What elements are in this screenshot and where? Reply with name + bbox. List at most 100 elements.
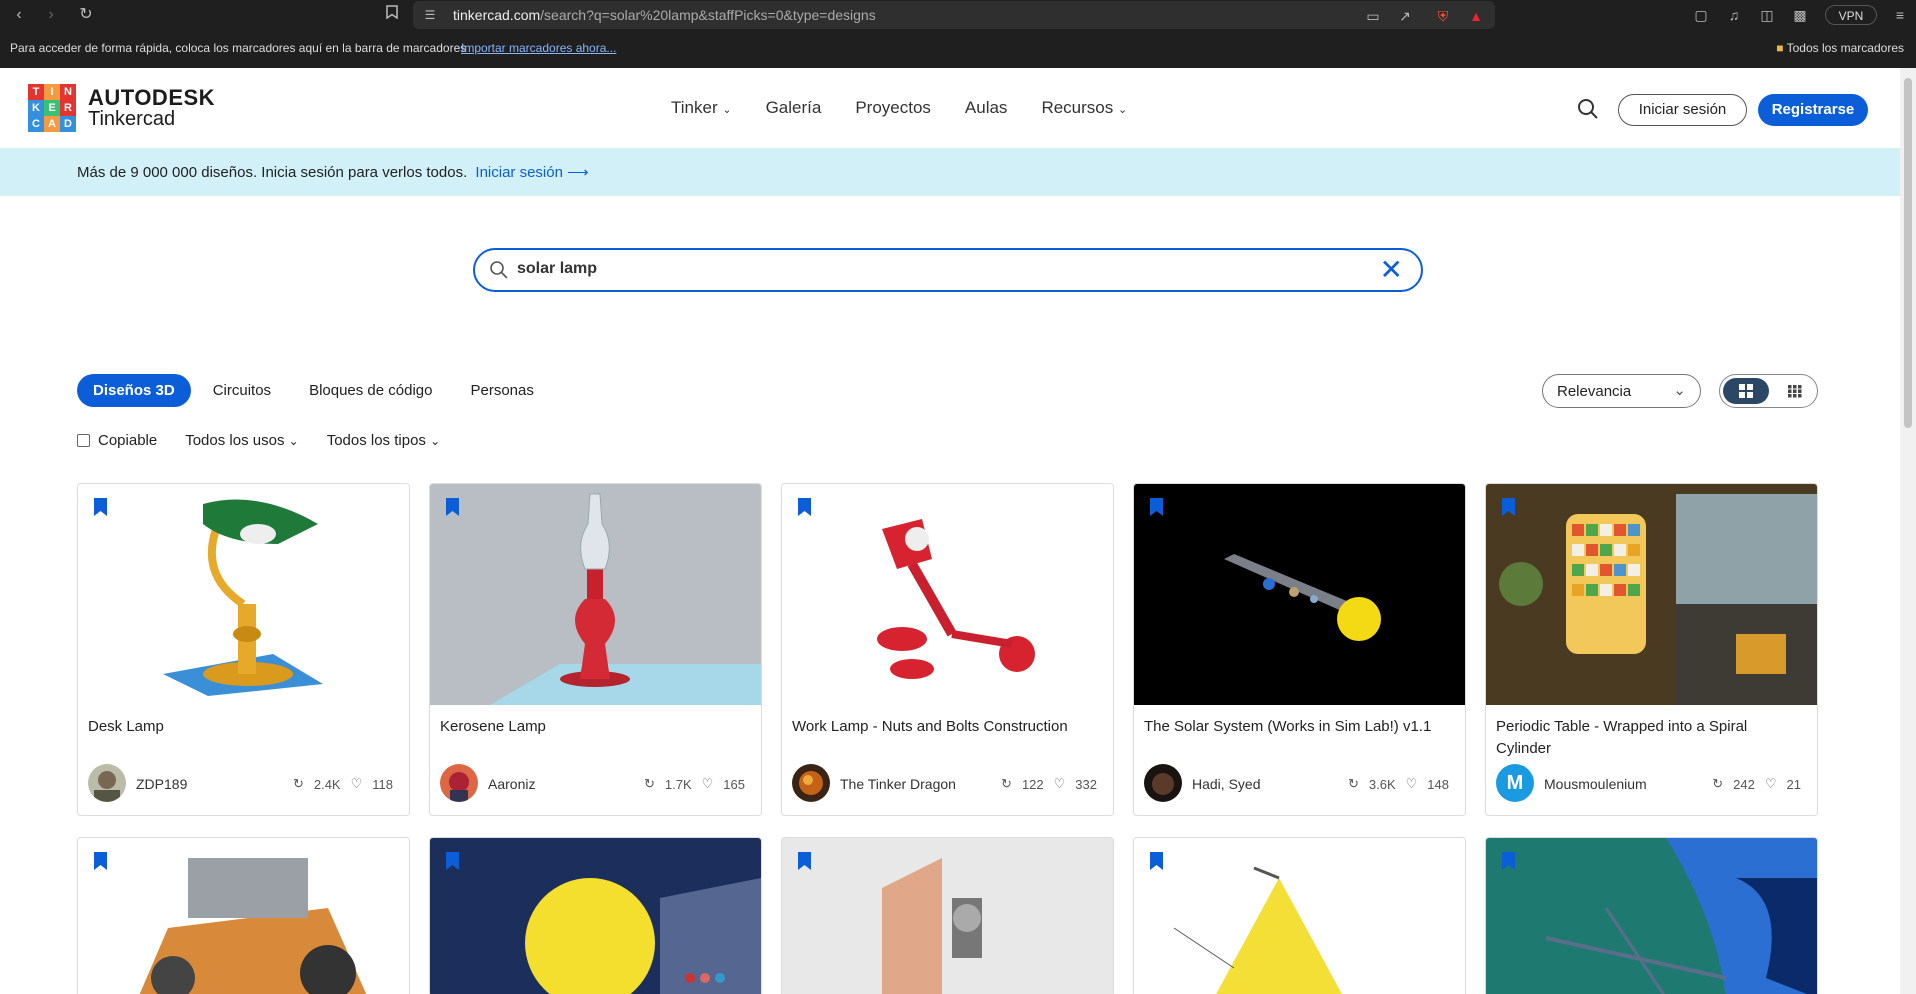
bookmark-icon[interactable] xyxy=(1502,852,1515,870)
design-card[interactable] xyxy=(77,837,410,994)
like-count: 332 xyxy=(1075,776,1097,792)
site-header: T I N K E R C A D AUTODESK Tinkercad Tin… xyxy=(0,68,1900,148)
menu-icon[interactable]: ≡ xyxy=(1890,5,1910,25)
tab-personas[interactable]: Personas xyxy=(471,382,534,399)
logo-letter: I xyxy=(44,84,60,100)
chevron-down-icon: ⌄ xyxy=(722,104,732,116)
nav-aulas[interactable]: Aulas xyxy=(965,98,1008,118)
wallet-icon[interactable]: ▩ xyxy=(1790,5,1810,25)
clear-search-icon[interactable]: ✕ xyxy=(1380,255,1403,285)
grid-view-button[interactable] xyxy=(1723,378,1769,404)
reload-icon[interactable]: ↻ xyxy=(75,4,97,26)
bookmark-icon[interactable] xyxy=(1150,852,1163,870)
card-title[interactable]: The Solar System (Works in Sim Lab!) v1.… xyxy=(1144,716,1454,738)
bookmark-icon[interactable] xyxy=(94,498,107,516)
tab-disenos-3d[interactable]: Diseños 3D xyxy=(77,374,191,407)
card-title[interactable]: Periodic Table - Wrapped into a Spiral C… xyxy=(1496,716,1806,760)
card-title[interactable]: Kerosene Lamp xyxy=(440,716,750,738)
avatar[interactable]: M xyxy=(1496,764,1534,802)
design-card[interactable]: The Solar System (Works in Sim Lab!) v1.… xyxy=(1133,483,1466,816)
page: T I N K E R C A D AUTODESK Tinkercad Tin… xyxy=(0,68,1900,994)
tab-circuitos[interactable]: Circuitos xyxy=(213,382,271,399)
card-title[interactable]: Desk Lamp xyxy=(88,716,398,738)
design-card[interactable] xyxy=(1485,837,1818,994)
design-card[interactable]: Kerosene Lamp Aaroniz ↻ 1.7K ♡ 165 xyxy=(429,483,762,816)
share-icon[interactable]: ↗ xyxy=(1395,6,1415,26)
brave-shield-icon[interactable]: ⛨ xyxy=(1433,6,1453,26)
uses-filter[interactable]: Todos los usos ⌄ xyxy=(185,432,298,449)
card-author[interactable]: The Tinker Dragon xyxy=(840,776,956,792)
site-info-icon[interactable]: ☰ xyxy=(419,4,441,26)
nav-tinker[interactable]: Tinker ⌄ xyxy=(671,98,732,118)
design-card[interactable]: Work Lamp - Nuts and Bolts Construction … xyxy=(781,483,1114,816)
bookmarks-hint: Para acceder de forma rápida, coloca los… xyxy=(10,41,467,55)
page-scrollbar[interactable] xyxy=(1900,68,1916,994)
card-author[interactable]: Mousmoulenium xyxy=(1544,776,1647,792)
card-title[interactable]: Work Lamp - Nuts and Bolts Construction xyxy=(792,716,1102,738)
types-filter[interactable]: Todos los tipos ⌄ xyxy=(327,432,440,449)
vpn-button[interactable]: VPN xyxy=(1825,5,1877,25)
nav-galeria[interactable]: Galería xyxy=(766,98,822,118)
avatar-letter: M xyxy=(1506,772,1524,794)
nav-recursos[interactable]: Recursos ⌄ xyxy=(1041,98,1127,118)
bookmark-icon[interactable] xyxy=(1502,498,1515,516)
forward-icon[interactable]: › xyxy=(40,4,62,26)
chevron-down-icon: ⌄ xyxy=(288,434,299,448)
result-tabs: Diseños 3D Circuitos Bloques de código P… xyxy=(77,374,572,407)
design-card[interactable]: Periodic Table - Wrapped into a Spiral C… xyxy=(1485,483,1818,816)
avatar[interactable] xyxy=(440,764,478,802)
back-icon[interactable]: ‹ xyxy=(8,4,30,26)
sort-select[interactable]: Relevancia ⌄ xyxy=(1542,374,1701,408)
bookmark-icon[interactable] xyxy=(798,498,811,516)
sidebar-icon[interactable]: ◫ xyxy=(1757,5,1777,25)
nav-proyectos[interactable]: Proyectos xyxy=(855,98,931,118)
avatar[interactable] xyxy=(1144,764,1182,802)
remix-count: 242 xyxy=(1733,776,1755,792)
signin-banner: Más de 9 000 000 diseños. Inicia sesión … xyxy=(0,148,1900,196)
logo-letter: C xyxy=(28,116,44,132)
logo-letter: T xyxy=(28,84,44,100)
address-bar[interactable]: ☰ tinkercad.com/search?q=solar%20lamp&st… xyxy=(413,1,1495,29)
logo-letter: E xyxy=(44,100,60,116)
import-bookmarks-link[interactable]: Importar marcadores ahora... xyxy=(461,41,616,55)
all-bookmarks-folder[interactable]: ■ Todos los marcadores xyxy=(1776,41,1904,55)
heart-icon: ♡ xyxy=(1405,776,1418,791)
design-thumbnail xyxy=(430,484,761,705)
card-author[interactable]: Aaroniz xyxy=(488,776,535,792)
design-thumbnail xyxy=(1134,838,1465,994)
rewards-icon[interactable]: ▲ xyxy=(1466,6,1486,26)
extensions-icon[interactable]: ▢ xyxy=(1691,5,1711,25)
bookmark-icon[interactable] xyxy=(798,852,811,870)
all-bookmarks-label: Todos los marcadores xyxy=(1786,41,1904,55)
design-thumbnail xyxy=(782,484,1113,705)
login-button[interactable]: Iniciar sesión xyxy=(1618,94,1747,126)
bookmark-icon[interactable] xyxy=(94,852,107,870)
bookmark-icon[interactable] xyxy=(446,498,459,516)
media-icon[interactable]: ♫ xyxy=(1724,5,1744,25)
copyable-checkbox[interactable] xyxy=(77,434,90,447)
avatar[interactable] xyxy=(88,764,126,802)
tinkercad-logo[interactable]: T I N K E R C A D xyxy=(28,84,76,132)
search-input[interactable]: solar lamp ✕ xyxy=(473,248,1423,292)
bookmark-icon[interactable] xyxy=(446,852,459,870)
cast-icon[interactable]: ▭ xyxy=(1363,6,1383,26)
card-author[interactable]: ZDP189 xyxy=(136,776,187,792)
design-thumbnail xyxy=(78,484,409,705)
card-author[interactable]: Hadi, Syed xyxy=(1192,776,1260,792)
tab-bloques-codigo[interactable]: Bloques de código xyxy=(309,382,432,399)
search-icon[interactable] xyxy=(1577,98,1599,120)
design-card[interactable] xyxy=(1133,837,1466,994)
design-card[interactable] xyxy=(429,837,762,994)
bookmark-page-icon[interactable] xyxy=(381,4,403,26)
design-card[interactable]: Desk Lamp ZDP189 ↻ 2.4K ♡ 118 xyxy=(77,483,410,816)
banner-text: Más de 9 000 000 diseños. Inicia sesión … xyxy=(77,163,589,181)
avatar[interactable] xyxy=(792,764,830,802)
filters: Copiable Todos los usos ⌄ Todos los tipo… xyxy=(77,432,468,449)
design-card[interactable] xyxy=(781,837,1114,994)
compact-view-button[interactable] xyxy=(1775,378,1815,404)
scrollbar-thumb[interactable] xyxy=(1904,78,1912,428)
bookmark-icon[interactable] xyxy=(1150,498,1163,516)
register-button[interactable]: Registrarse xyxy=(1758,94,1868,126)
search-icon xyxy=(490,261,508,279)
banner-login-link[interactable]: Iniciar sesión ⟶ xyxy=(475,164,588,181)
